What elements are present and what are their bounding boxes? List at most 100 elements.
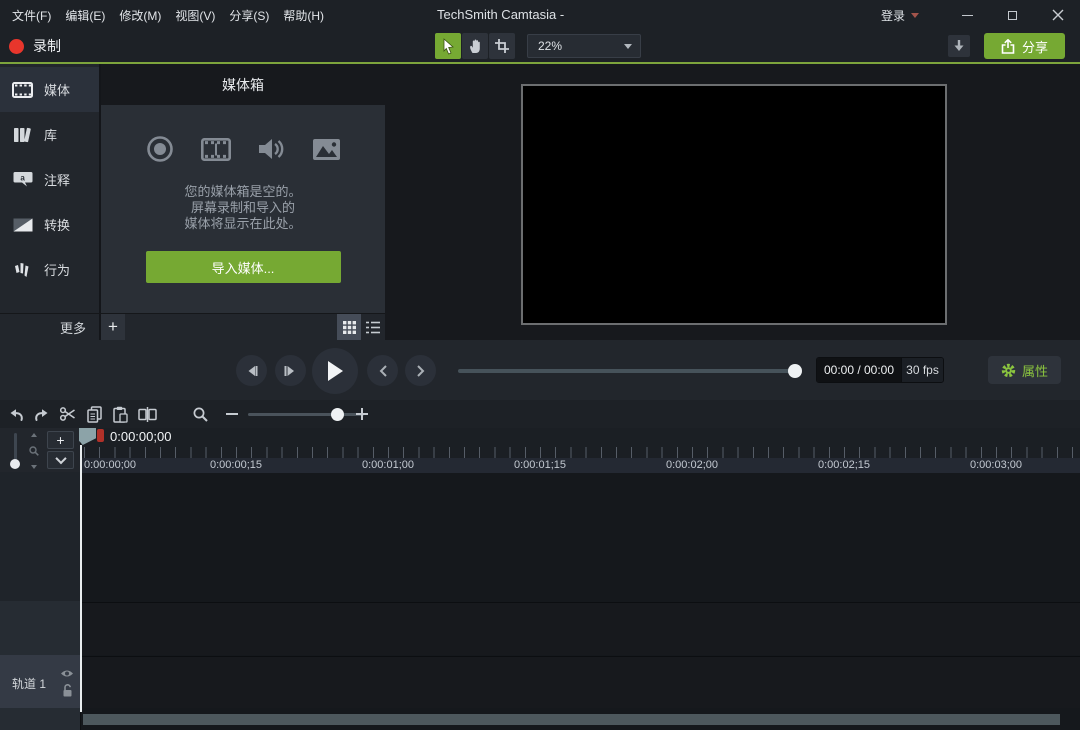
gutter-bottom: [0, 708, 80, 730]
jump-to-start-button[interactable]: [367, 355, 398, 386]
playhead-row: [81, 428, 1080, 447]
timeline: + 轨道 1 0:00:00;00 0:00:00;15 0:00:01;00 …: [0, 428, 1080, 730]
sign-in-button[interactable]: 登录: [881, 7, 919, 24]
media-type-icons: [146, 135, 341, 163]
panel-footer-bar: 更多 +: [0, 313, 385, 340]
ruler-label: 0:00:01;00: [362, 459, 414, 471]
import-media-button[interactable]: 导入媒体...: [146, 251, 341, 283]
canvas-tools: [435, 33, 515, 59]
timeline-ruler[interactable]: 0:00:00;00 0:00:00;15 0:00:01;00 0:00:01…: [81, 458, 1080, 473]
quick-export-button[interactable]: [948, 35, 970, 57]
sidebar-item-media[interactable]: 媒体: [0, 67, 99, 112]
timeline-zoom-out-button[interactable]: [220, 402, 244, 426]
ruler-label: 0:00:00;00: [84, 459, 136, 471]
svg-text:a: a: [20, 173, 25, 182]
timeline-horizontal-scrollbar[interactable]: [83, 714, 1060, 725]
minimize-icon: [962, 15, 973, 16]
track1-visibility-toggle[interactable]: [60, 669, 74, 678]
seek-slider[interactable]: [458, 369, 800, 373]
sidebar-item-behaviors[interactable]: 行为: [0, 247, 99, 292]
list-view-icon: [366, 321, 380, 334]
add-track-button[interactable]: +: [47, 431, 74, 449]
cut-button[interactable]: [55, 402, 79, 426]
close-icon: [1052, 9, 1064, 21]
copy-button[interactable]: [82, 402, 106, 426]
split-button[interactable]: [135, 402, 159, 426]
properties-label: 属性: [1022, 361, 1048, 380]
plus-icon: [356, 408, 368, 420]
timeline-canvas: 0:00:00;00 0:00:00;15 0:00:01;00 0:00:01…: [81, 428, 1080, 730]
sidebar-item-annotations[interactable]: a 注释: [0, 157, 99, 202]
unlock-icon: [62, 684, 73, 697]
ruler-label: 0:00:03;00: [970, 459, 1022, 471]
share-button[interactable]: 分享: [984, 33, 1065, 59]
menu-view[interactable]: 视图(V): [175, 7, 215, 24]
track1-lock-toggle[interactable]: [62, 684, 73, 697]
chevron-right-icon: [417, 365, 425, 377]
add-media-button[interactable]: +: [101, 314, 125, 340]
undo-button[interactable]: [4, 402, 28, 426]
playhead-line[interactable]: [80, 445, 82, 712]
next-frame-button[interactable]: [275, 355, 306, 386]
crop-tool-button[interactable]: [489, 33, 515, 59]
share-label: 分享: [1022, 37, 1048, 56]
select-tool-button[interactable]: [435, 33, 461, 59]
chevron-down-icon: [911, 13, 919, 18]
hand-icon: [468, 38, 483, 54]
close-button[interactable]: [1035, 0, 1080, 30]
maximize-button[interactable]: [990, 0, 1035, 30]
menu-file[interactable]: 文件(F): [12, 7, 51, 24]
sidebar-item-library[interactable]: 库: [0, 112, 99, 157]
seek-slider-thumb[interactable]: [788, 364, 802, 378]
timeline-zoom-slider-thumb[interactable]: [331, 408, 344, 421]
properties-button[interactable]: 属性: [988, 356, 1061, 384]
more-tools-button[interactable]: 更多: [0, 314, 101, 340]
editing-stage: [385, 64, 1080, 340]
canvas-zoom-select[interactable]: 22%: [527, 34, 641, 58]
track-height-slider-thumb[interactable]: [10, 459, 20, 469]
media-bin-empty-state: 您的媒体箱是空的。 屏幕录制和导入的 媒体将显示在此处。 导入媒体...: [101, 105, 385, 313]
jump-to-end-button[interactable]: [405, 355, 436, 386]
sidebar-item-transitions[interactable]: 转换: [0, 202, 99, 247]
copy-icon: [87, 406, 102, 423]
track-zoom-widget[interactable]: [27, 433, 41, 469]
list-view-button[interactable]: [361, 314, 385, 340]
chevron-left-icon: [379, 365, 387, 377]
minimize-button[interactable]: [945, 0, 990, 30]
sign-in-label: 登录: [881, 7, 905, 24]
timeline-zoom-button[interactable]: [188, 402, 212, 426]
record-button[interactable]: 录制: [9, 30, 61, 62]
sidebar-item-label: 注释: [44, 170, 70, 189]
top-toolbar: 录制 22% 分享: [0, 30, 1080, 62]
track-height-slider[interactable]: [14, 433, 17, 463]
menu-modify[interactable]: 修改(M): [119, 7, 161, 24]
gear-icon: [1001, 363, 1016, 378]
timeline-zoom-in-button[interactable]: [350, 402, 374, 426]
minus-icon: [226, 413, 238, 415]
chevron-down-icon: [624, 44, 632, 49]
track-area: [81, 473, 1080, 730]
playhead-out-handle[interactable]: [97, 429, 104, 442]
previous-frame-icon: [245, 365, 258, 377]
timeline-ruler-ticks[interactable]: [81, 447, 1080, 458]
image-icon: [312, 138, 341, 161]
pan-tool-button[interactable]: [462, 33, 488, 59]
ruler-label: 0:00:02;15: [818, 459, 870, 471]
timeline-zoom-slider[interactable]: [248, 413, 364, 416]
maximize-icon: [1008, 11, 1017, 20]
track1-lane[interactable]: [81, 656, 1080, 708]
left-pane: 媒体 库 a 注释: [0, 64, 385, 340]
eye-icon: [60, 669, 74, 678]
menu-edit[interactable]: 编辑(E): [65, 7, 105, 24]
play-button[interactable]: [312, 348, 358, 394]
track-options-button[interactable]: [47, 451, 74, 469]
menu-share[interactable]: 分享(S): [229, 7, 269, 24]
paste-button[interactable]: [108, 402, 132, 426]
previous-frame-button[interactable]: [236, 355, 267, 386]
record-icon: [9, 39, 24, 54]
preview-canvas[interactable]: [521, 84, 947, 325]
menu-help[interactable]: 帮助(H): [283, 7, 324, 24]
gutter-empty-row: [0, 601, 80, 655]
redo-button[interactable]: [29, 402, 53, 426]
grid-view-button[interactable]: [337, 314, 361, 340]
